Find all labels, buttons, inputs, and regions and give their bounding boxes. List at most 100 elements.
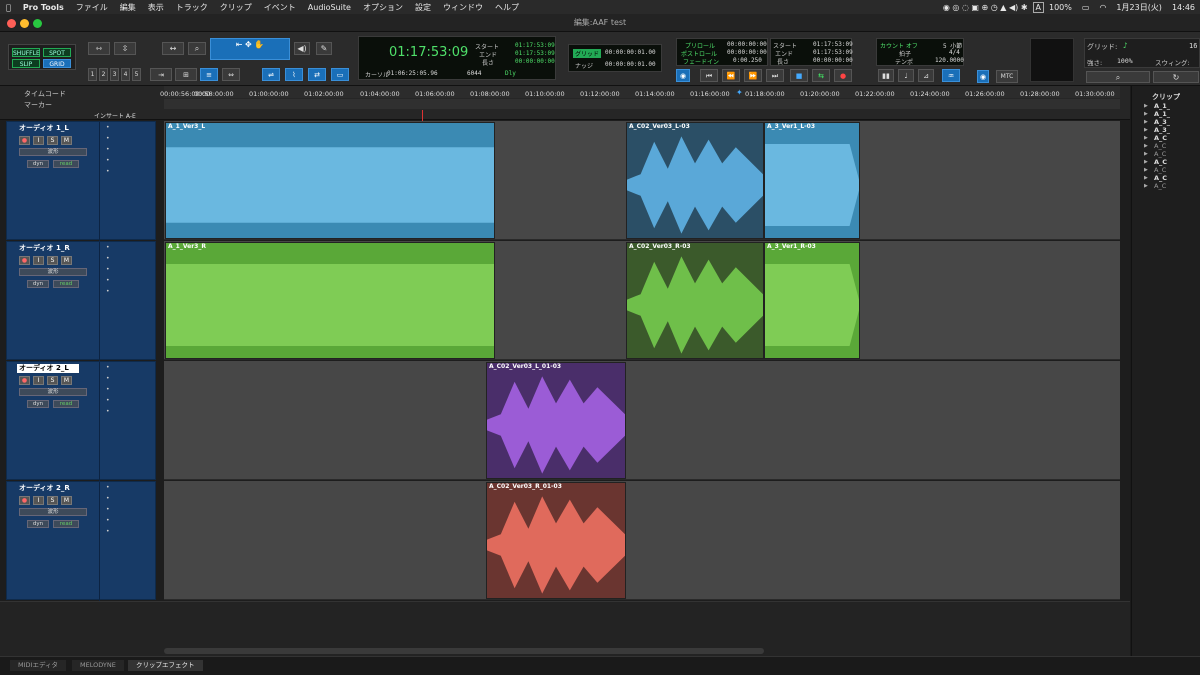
grid-value[interactable]: 00:00:00:01.00 [605,49,656,56]
zoomer-tool-icon[interactable]: ↔ [162,42,184,55]
grid-right-value[interactable]: 16 [1189,42,1197,50]
input-source-icon[interactable]: A [1032,1,1044,13]
link-icon[interactable]: ⊞ [175,68,197,81]
track-header-audio-1-l[interactable]: オーディオ 1_L ● I S M 波形 dyn read • • • • • [6,121,156,241]
clip-list-item[interactable]: A_C [1154,158,1167,166]
menu-view[interactable]: 表示 [142,2,170,13]
nudge-value[interactable]: 00:00:00:01.00 [605,61,656,68]
track-name[interactable]: オーディオ 2_L [17,364,79,373]
online-icon[interactable]: ◉ [676,69,690,82]
wait-for-note-icon[interactable]: ♩ [898,69,914,82]
play-button[interactable]: ⇆ [812,69,830,82]
timecode-ruler[interactable]: 00:00:56:00:00 00:58:00:00 01:00:00:00 0… [160,86,1120,98]
menu-options[interactable]: オプション [357,2,409,13]
clip-list-item[interactable]: A_C [1154,142,1166,150]
menu-file[interactable]: ファイル [70,2,114,13]
record-arm-button[interactable]: ● [19,256,30,265]
clip-list-item[interactable]: A_1_ [1154,102,1170,110]
automation-read[interactable]: read [53,520,79,528]
insert-slots[interactable]: • • • • • [99,482,149,601]
slip-mode-button[interactable]: SLIP [12,59,40,68]
clip[interactable]: A_C02_Ver03_L-03 [626,122,764,239]
clip-list-item[interactable]: A_1_ [1154,110,1170,118]
solo-button[interactable]: S [47,136,58,145]
solo-button[interactable]: S [47,256,58,265]
transport-end-value[interactable]: 01:17:53:09 [813,49,853,56]
close-window-button[interactable] [7,19,16,28]
rewind-button[interactable]: ⏪ [722,69,740,82]
clip[interactable]: A_C02_Ver03_L_01-03 [486,362,626,479]
smart-tool-group[interactable]: ⇤ ✥ ✋ [210,38,290,60]
clip-list-item[interactable]: A_C [1154,134,1167,142]
strength-value[interactable]: 100% [1117,57,1133,65]
postroll-value[interactable]: 00:00:00:00 [727,49,767,56]
automation-read[interactable]: read [53,280,79,288]
menu-track[interactable]: トラック [170,2,214,13]
track-header-audio-2-l[interactable]: オーディオ 2_L ● I S M 波形 dyn read • • • • • [6,361,156,481]
clip-list-item[interactable]: A_C [1154,182,1166,190]
clip-list-item[interactable]: A_C [1154,150,1166,158]
track-view-select[interactable]: 波形 [19,148,87,156]
tab-clip-effects[interactable]: クリップエフェクト [128,660,203,671]
marker-ruler[interactable] [164,99,1120,109]
horizontal-scrollbar[interactable] [164,648,764,654]
tempo-value[interactable]: 120.0000 [935,57,964,64]
preroll-value[interactable]: 00:00:00:00 [727,41,767,48]
track-lane-audio-2-l[interactable]: A_C02_Ver03_L_01-03 [164,361,1120,480]
transport-length-value[interactable]: 00:00:00:00 [813,57,853,64]
clip[interactable]: A_C02_Ver03_R_01-03 [486,482,626,599]
fadein-label[interactable]: フェードイン [683,57,719,66]
go-to-end-button[interactable]: ⏭ [766,69,784,82]
fadein-value[interactable]: 0:00.250 [733,57,762,64]
input-monitor-button[interactable]: I [33,376,44,385]
time[interactable]: 14:46 [1167,3,1200,12]
clip-list-item[interactable]: A_3_ [1154,126,1170,134]
stop-button[interactable]: ■ [790,69,808,82]
clip[interactable]: A_3_Ver1_R-03 [764,242,860,359]
dly-indicator[interactable]: Dly [505,70,516,77]
insert-slots[interactable]: • • • • • [99,362,149,481]
grid-label[interactable]: グリッド [573,49,602,58]
track-lane-audio-2-r[interactable]: A_C02_Ver03_R_01-03 [164,481,1120,600]
tab-melodyne[interactable]: MELODYNE [72,660,124,671]
mute-button[interactable]: M [61,256,72,265]
tab-midi-editor[interactable]: MIDIエディタ [10,660,66,671]
record-arm-button[interactable]: ● [19,496,30,505]
return-to-zero-button[interactable]: ⏮ [700,69,718,82]
mirror-midi-icon[interactable]: ⇌ [262,68,280,81]
zoom-horizontal-icon[interactable]: ⇿ [88,42,110,55]
track-name[interactable]: オーディオ 1_L [17,124,79,133]
mtc-button[interactable]: MTC [996,70,1018,83]
conductor-icon[interactable]: ♒ [942,69,960,82]
track-view-select[interactable]: 波形 [19,508,87,516]
automation-follows-icon[interactable]: ⌇ [285,68,303,81]
insert-slots[interactable]: • • • • • [99,122,149,241]
menu-setup[interactable]: 設定 [409,2,437,13]
track-lane-audio-1-r[interactable]: A_1_Ver3_R A_C02_Ver03_R-03 A_3_Ver1_R-0… [164,241,1120,360]
wifi-icon[interactable]: ◠ [1094,3,1111,12]
menu-event[interactable]: イベント [258,2,302,13]
timecode-ruler-label[interactable]: タイムコード [24,89,66,99]
status-icons[interactable]: ◉ ◎ ◌ ▣ ⊕ ◷ ▲ ◀) ✱ [938,3,1033,12]
mute-button[interactable]: M [61,376,72,385]
main-counter[interactable]: 01:17:53:09 [389,45,468,60]
record-arm-button[interactable]: ● [19,136,30,145]
shuffle-mode-button[interactable]: SHUFFLE [12,48,40,57]
meter-value[interactable]: 4/4 [949,49,960,56]
record-arm-button[interactable]: ● [19,376,30,385]
search-icon[interactable]: ⌕ [1086,71,1150,83]
zoom-preset-5[interactable]: 5 [132,68,141,81]
record-button[interactable]: ● [834,69,852,82]
menu-clip[interactable]: クリップ [214,2,258,13]
menu-window[interactable]: ウィンドウ [437,2,489,13]
solo-button[interactable]: S [47,496,58,505]
clip[interactable]: A_1_Ver3_L [165,122,495,239]
clip-list-item[interactable]: A_3_ [1154,118,1170,126]
track-view-select[interactable]: 波形 [19,268,87,276]
automation-dyn[interactable]: dyn [27,400,49,408]
track-name[interactable]: オーディオ 1_R [17,244,79,253]
clip[interactable]: A_C02_Ver03_R-03 [626,242,764,359]
playhead-marker-icon[interactable]: ✦ [736,88,743,97]
metronome-icon[interactable]: ⊿ [918,69,934,82]
tab-to-transient-icon[interactable]: ⇥ [150,68,172,81]
